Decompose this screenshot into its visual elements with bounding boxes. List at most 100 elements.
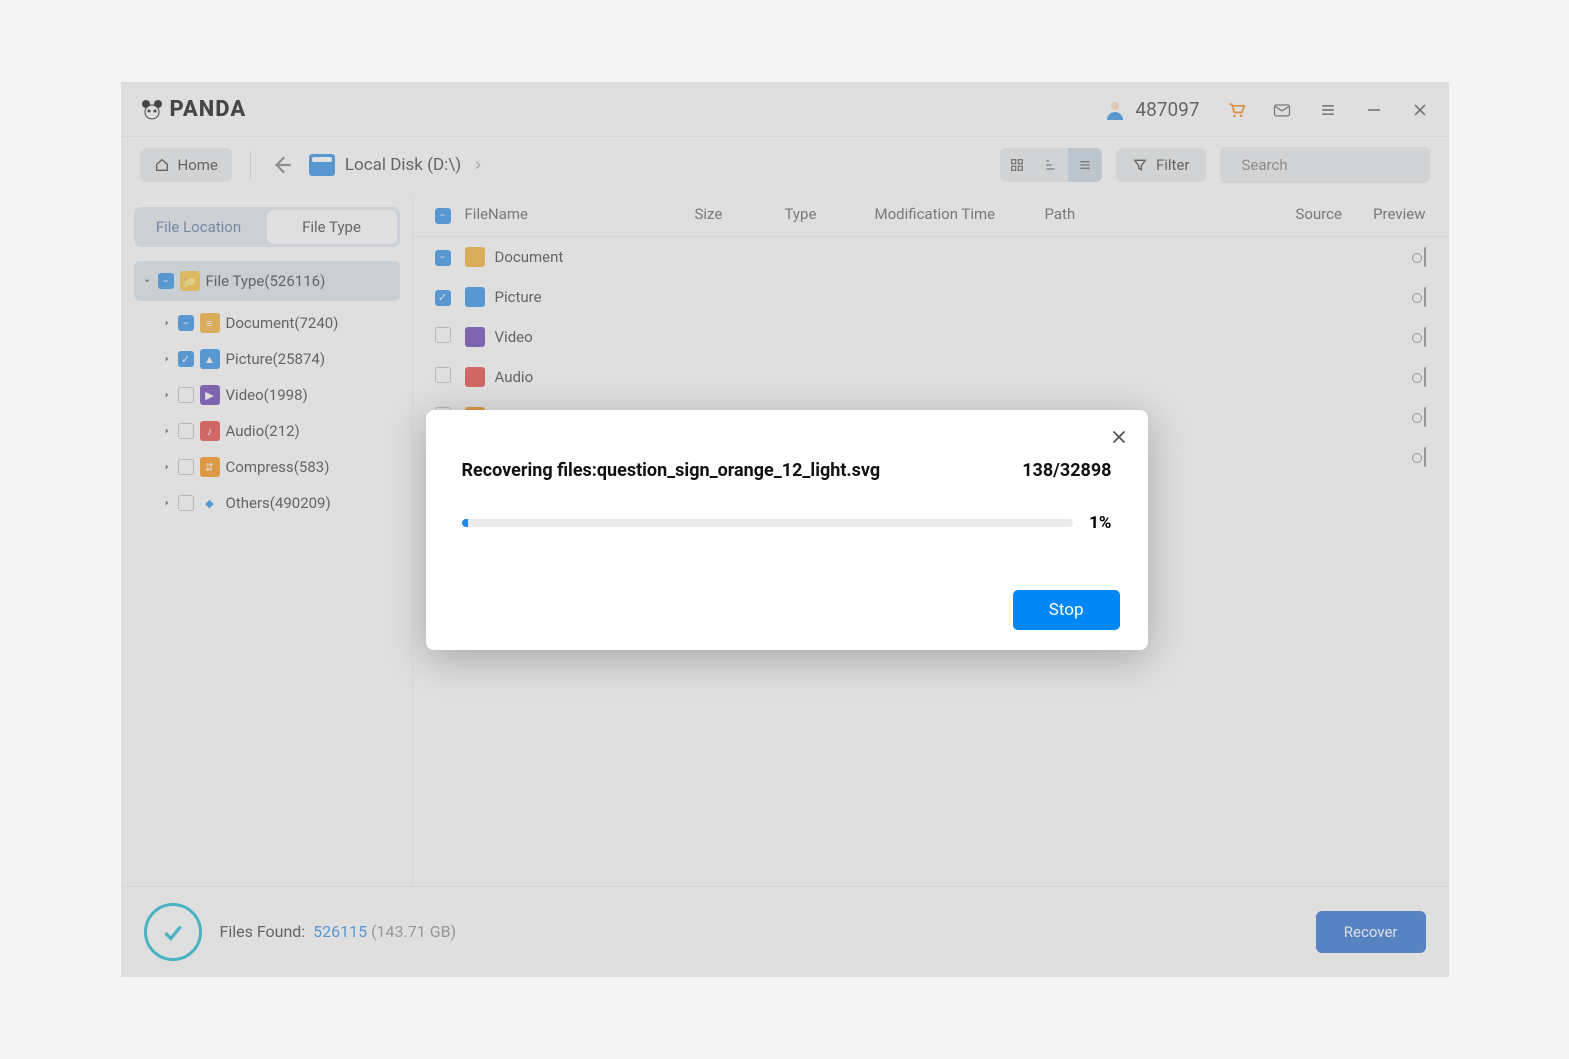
minimize-icon[interactable] — [1364, 100, 1384, 120]
table-header: − FileName Size Type Modification Time P… — [413, 193, 1448, 237]
home-label: Home — [178, 156, 218, 174]
col-filename[interactable]: FileName — [465, 205, 695, 223]
back-icon[interactable] — [269, 152, 295, 178]
row-checkbox[interactable] — [435, 367, 451, 383]
preview-icon[interactable] — [1424, 407, 1426, 427]
modal-close-icon[interactable] — [1108, 426, 1130, 448]
filter-button[interactable]: Filter — [1116, 148, 1206, 182]
audio-icon: ♪ — [200, 421, 220, 441]
table-row[interactable]: ✓ Picture — [413, 277, 1448, 317]
close-icon[interactable] — [1410, 100, 1430, 120]
chevron-right-icon — [162, 498, 172, 508]
row-name: Picture — [495, 288, 542, 306]
files-found-label: Files Found: — [220, 922, 306, 941]
tab-file-location[interactable]: File Location — [134, 207, 264, 247]
tree-item-others[interactable]: ◆ Others(490209) — [134, 485, 400, 521]
row-checkbox[interactable] — [435, 327, 451, 343]
user-chip[interactable]: 487097 — [1103, 98, 1199, 122]
table-row[interactable]: Video — [413, 317, 1448, 357]
row-type-icon — [465, 247, 485, 267]
row-type-icon — [465, 327, 485, 347]
tree-label: Compress(583) — [226, 458, 330, 476]
status-footer: Files Found: 526115 (143.71 GB) Recover — [122, 886, 1448, 976]
folder-icon: 📁 — [180, 271, 200, 291]
col-path[interactable]: Path — [1045, 205, 1296, 223]
tree-label: Audio(212) — [226, 422, 300, 440]
progress-percent: 1% — [1089, 513, 1111, 533]
breadcrumb[interactable]: Local Disk (D:\) — [309, 154, 485, 176]
modal-progress-count: 138/32898 — [1022, 460, 1111, 481]
view-list-button[interactable] — [1068, 148, 1102, 182]
col-modification[interactable]: Modification Time — [875, 205, 1045, 223]
preview-icon[interactable] — [1424, 247, 1426, 267]
col-size[interactable]: Size — [695, 205, 785, 223]
preview-icon[interactable] — [1424, 447, 1426, 467]
checkbox-empty[interactable] — [178, 459, 194, 475]
col-source[interactable]: Source — [1296, 205, 1366, 223]
sidebar-tabs: File Location File Type — [134, 207, 400, 247]
chevron-right-icon — [162, 354, 172, 364]
checkbox-empty[interactable] — [178, 495, 194, 511]
tab-file-type[interactable]: File Type — [267, 210, 397, 244]
chevron-down-icon — [142, 276, 152, 286]
tree-label: Video(1998) — [226, 386, 308, 404]
chevron-right-icon — [162, 318, 172, 328]
tree-root-label: File Type(526116) — [206, 272, 326, 290]
tree-label: Others(490209) — [226, 494, 331, 512]
checkbox-select-all[interactable]: − — [435, 208, 451, 224]
checkbox-empty[interactable] — [178, 387, 194, 403]
stop-button[interactable]: Stop — [1013, 590, 1120, 630]
tree-item-video[interactable]: ▶Video(1998) — [134, 377, 400, 413]
checkbox-partial[interactable]: − — [158, 273, 174, 289]
cart-icon[interactable] — [1226, 100, 1246, 120]
chevron-right-icon — [162, 390, 172, 400]
checkbox-empty[interactable] — [178, 423, 194, 439]
recovering-modal: Recovering files:question_sign_orange_12… — [426, 410, 1148, 650]
search-box[interactable] — [1220, 147, 1430, 183]
col-type[interactable]: Type — [785, 205, 875, 223]
checkbox-partial[interactable]: − — [178, 315, 194, 331]
picture-icon: ▲ — [200, 349, 220, 369]
view-grid-button[interactable] — [1000, 148, 1034, 182]
menu-icon[interactable] — [1318, 100, 1338, 120]
preview-icon[interactable] — [1424, 327, 1426, 347]
view-detail-button[interactable] — [1034, 148, 1068, 182]
chevron-right-icon — [162, 462, 172, 472]
others-icon: ◆ — [200, 493, 220, 513]
progress-bar — [462, 519, 1074, 527]
checkbox-checked[interactable]: ✓ — [178, 351, 194, 367]
mail-icon[interactable] — [1272, 100, 1292, 120]
scan-complete-icon — [144, 903, 202, 961]
filter-icon — [1132, 157, 1148, 173]
tree-label: Picture(25874) — [226, 350, 326, 368]
files-found-text: Files Found: 526115 (143.71 GB) — [220, 922, 457, 941]
row-checkbox[interactable]: − — [435, 250, 451, 266]
table-row[interactable]: Audio — [413, 357, 1448, 397]
table-row[interactable]: − Document — [413, 237, 1448, 277]
row-type-icon — [465, 287, 485, 307]
panda-logo-icon — [140, 98, 164, 122]
modal-filename: question_sign_orange_12_light.svg — [597, 460, 880, 481]
home-button[interactable]: Home — [140, 148, 232, 182]
document-icon: ≡ — [200, 313, 220, 333]
tree-item-compress[interactable]: ⇵Compress(583) — [134, 449, 400, 485]
row-name: Document — [495, 248, 564, 266]
disk-icon — [309, 154, 335, 176]
files-found-size: (143.71 GB) — [371, 922, 456, 941]
avatar-icon — [1103, 98, 1127, 122]
chevron-right-icon — [162, 426, 172, 436]
row-checkbox[interactable]: ✓ — [435, 290, 451, 306]
search-input[interactable] — [1242, 156, 1441, 174]
recover-button[interactable]: Recover — [1316, 911, 1426, 953]
preview-icon[interactable] — [1424, 367, 1426, 387]
tree-item-picture[interactable]: ✓ ▲ Picture(25874) — [134, 341, 400, 377]
col-preview[interactable]: Preview — [1366, 205, 1426, 223]
tree-item-document[interactable]: −≡Document(7240) — [134, 305, 400, 341]
modal-title-prefix: Recovering files: — [462, 460, 597, 481]
tree-root[interactable]: − 📁 File Type(526116) — [134, 261, 400, 301]
brand-text: PANDA — [170, 97, 247, 122]
toolbar-separator — [250, 151, 251, 179]
tree-item-audio[interactable]: ♪ Audio(212) — [134, 413, 400, 449]
preview-icon[interactable] — [1424, 287, 1426, 307]
sidebar: File Location File Type − 📁 File Type(52… — [122, 193, 412, 886]
